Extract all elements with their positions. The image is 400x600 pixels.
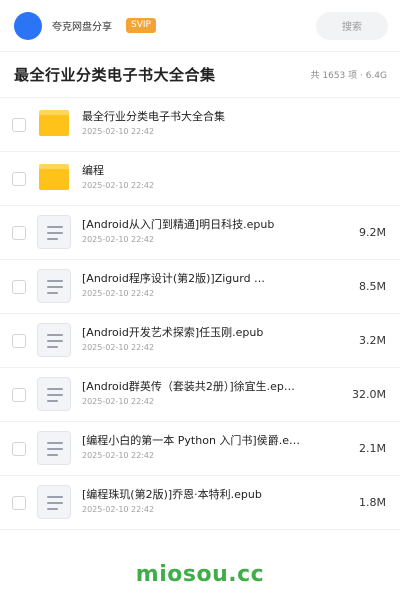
document-icon	[37, 377, 71, 411]
item-size: 3.2M	[359, 334, 386, 347]
owner-name: 夸克网盘分享	[52, 22, 112, 33]
item-size: 9.2M	[359, 226, 386, 239]
item-date: 2025-02-10 22:42	[82, 127, 155, 136]
list-item[interactable]: [编程珠玑(第2版)]乔恩·本特利.epub 2025-02-10 22:42 …	[0, 476, 400, 530]
select-checkbox[interactable]	[12, 172, 26, 186]
item-name: [编程小白的第一本 Python 入门书]侯爵.e…	[82, 434, 300, 447]
item-name: [Android程序设计(第2版)]Zigurd …	[82, 272, 266, 285]
document-icon	[37, 215, 71, 249]
item-summary: 共 1653 项 · 6.4G	[310, 71, 388, 81]
item-name: [Android从入门到精通]明日科技.epub	[82, 218, 275, 231]
select-checkbox[interactable]	[12, 442, 26, 456]
select-checkbox[interactable]	[12, 334, 26, 348]
page-title: 最全行业分类电子书大全合集	[14, 66, 216, 84]
item-size: 2.1M	[359, 442, 386, 455]
share-header: 最全行业分类电子书大全合集 共 1653 项 · 6.4G	[0, 52, 400, 98]
folder-icon	[37, 161, 71, 195]
item-date: 2025-02-10 22:42	[82, 289, 155, 298]
select-checkbox[interactable]	[12, 388, 26, 402]
item-date: 2025-02-10 22:42	[82, 505, 155, 514]
document-icon	[37, 485, 71, 519]
search-button[interactable]: 搜索	[316, 11, 388, 40]
item-date: 2025-02-10 22:42	[82, 397, 155, 406]
svip-badge: SVIP	[126, 18, 156, 33]
item-size: 8.5M	[359, 280, 386, 293]
item-date: 2025-02-10 22:42	[82, 181, 155, 190]
select-checkbox[interactable]	[12, 496, 26, 510]
top-bar: 夸克网盘分享 SVIP 搜索	[0, 0, 400, 52]
select-checkbox[interactable]	[12, 226, 26, 240]
list-item[interactable]: [Android程序设计(第2版)]Zigurd … 2025-02-10 22…	[0, 260, 400, 314]
avatar[interactable]	[14, 11, 42, 40]
list-item[interactable]: [Android从入门到精通]明日科技.epub 2025-02-10 22:4…	[0, 206, 400, 260]
list-item[interactable]: 最全行业分类电子书大全合集 2025-02-10 22:42	[0, 98, 400, 152]
select-checkbox[interactable]	[12, 118, 26, 132]
list-item[interactable]: [编程小白的第一本 Python 入门书]侯爵.e… 2025-02-10 22…	[0, 422, 400, 476]
item-name: [Android开发艺术探索]任玉刚.epub	[82, 326, 264, 339]
document-icon	[37, 269, 71, 303]
list-item[interactable]: [Android开发艺术探索]任玉刚.epub 2025-02-10 22:42…	[0, 314, 400, 368]
item-name: 编程	[82, 164, 104, 177]
item-date: 2025-02-10 22:42	[82, 451, 155, 460]
item-name: [编程珠玑(第2版)]乔恩·本特利.epub	[82, 488, 262, 501]
item-name: 最全行业分类电子书大全合集	[82, 110, 225, 123]
file-list: 最全行业分类电子书大全合集 2025-02-10 22:42 编程 2025-0…	[0, 98, 400, 530]
item-name: [Android群英传（套装共2册）]徐宜生.ep…	[82, 380, 295, 393]
folder-icon	[37, 107, 71, 141]
document-icon	[37, 431, 71, 465]
document-icon	[37, 323, 71, 357]
item-size: 1.8M	[359, 496, 386, 509]
watermark: miosou.cc	[135, 562, 265, 587]
item-date: 2025-02-10 22:42	[82, 235, 155, 244]
item-size: 32.0M	[352, 388, 386, 401]
list-item[interactable]: 编程 2025-02-10 22:42	[0, 152, 400, 206]
list-item[interactable]: [Android群英传（套装共2册）]徐宜生.ep… 2025-02-10 22…	[0, 368, 400, 422]
select-checkbox[interactable]	[12, 280, 26, 294]
item-date: 2025-02-10 22:42	[82, 343, 155, 352]
